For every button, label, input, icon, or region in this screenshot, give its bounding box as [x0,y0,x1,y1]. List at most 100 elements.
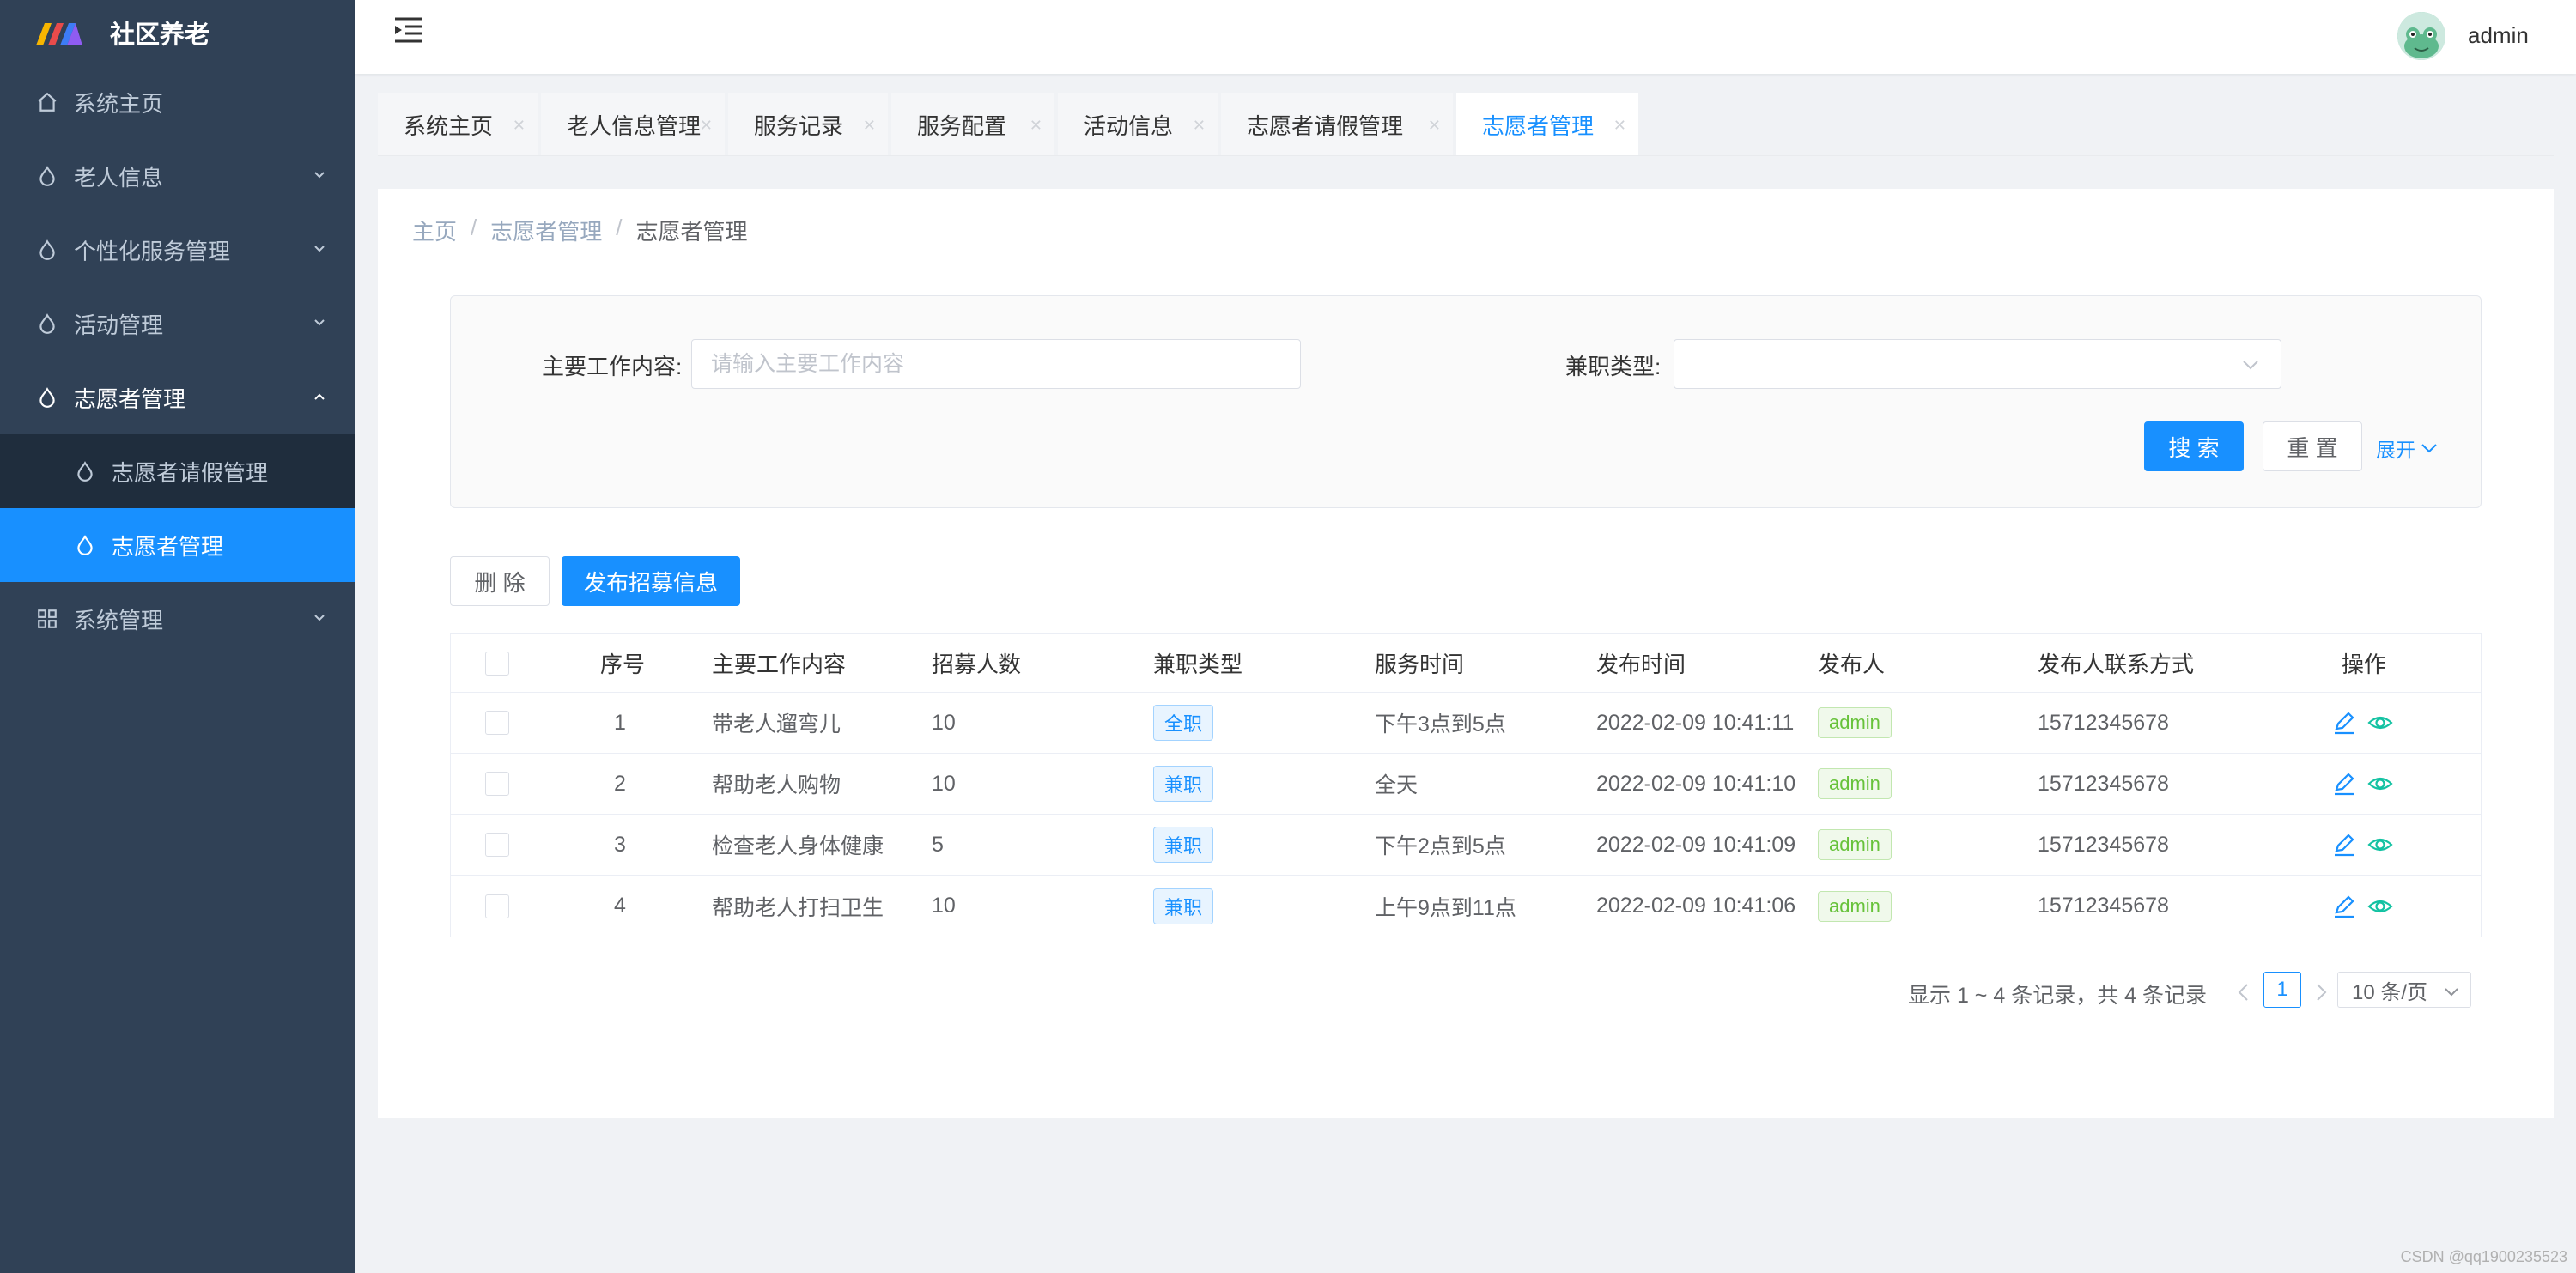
tab-home[interactable]: 系统主页 ✕ [378,93,538,156]
cell-content: 检查老人身体健康 [712,834,884,858]
cell-published: 2022-02-09 10:41:06 [1596,894,1796,918]
close-icon[interactable]: ✕ [1193,117,1206,135]
pagination: 显示 1 ~ 4 条记录，共 4 条记录 1 10 条/页 [378,972,2554,1015]
row-checkbox[interactable] [485,894,509,918]
close-icon[interactable]: ✕ [863,117,876,135]
cell-count: 10 [932,771,956,796]
table-row[interactable]: 1 带老人遛弯儿 10 全职 下午3点到5点 2022-02-09 10:41:… [451,693,2481,754]
page-number-current[interactable]: 1 [2263,972,2301,1008]
chevron-left-icon[interactable] [2234,982,2253,1003]
breadcrumb: 主页 / 志愿者管理 / 志愿者管理 [412,215,748,246]
sidebar-item-system[interactable]: 系统管理 [0,582,355,656]
reset-button[interactable]: 重 置 [2263,421,2362,471]
watermark: CSDN @qq1900235523 [2400,1248,2567,1265]
cell-time: 全天 [1375,773,1419,797]
drop-icon [77,535,93,555]
type-badge: 兼职 [1153,766,1214,802]
cell-phone: 15712345678 [2038,894,2169,918]
table-row[interactable]: 2 帮助老人购物 10 兼职 全天 2022-02-09 10:41:10 ad… [451,754,2481,815]
cell-phone: 15712345678 [2038,771,2169,796]
sidebar-item-elder-info[interactable]: 老人信息 [0,139,355,213]
tab-label: 活动信息 [1084,112,1174,139]
row-checkbox[interactable] [485,772,509,796]
tab-service-config[interactable]: 服务配置 ✕ [891,93,1054,156]
hamburger-icon[interactable] [393,15,424,45]
edit-icon[interactable] [2331,832,2357,858]
publish-recruit-button[interactable]: 发布招募信息 [562,556,740,606]
user-name[interactable]: admin [2468,22,2529,49]
frog-icon [2397,12,2445,60]
chevron-down-icon [2445,988,2458,997]
sidebar-item-service[interactable]: 个性化服务管理 [0,213,355,287]
sidebar-item-activity[interactable]: 活动管理 [0,287,355,361]
sidebar-item-label: 个性化服务管理 [74,238,231,264]
sidebar-item-volunteer[interactable]: 志愿者管理 [0,361,355,434]
page-size-select[interactable]: 10 条/页 [2337,972,2471,1008]
row-checkbox[interactable] [485,711,509,735]
col-header: 招募人数 [932,652,1022,677]
tab-label: 志愿者管理 [1482,112,1595,139]
cell-no: 3 [614,832,626,857]
chevron-down-icon [2421,444,2437,453]
logo[interactable]: 社区养老 [0,0,355,65]
eye-icon[interactable] [2367,710,2393,736]
col-header: 发布人联系方式 [2038,652,2195,677]
eye-icon[interactable] [2367,894,2393,919]
cell-published: 2022-02-09 10:41:10 [1596,771,1796,796]
sidebar-item-volunteer-manage[interactable]: 志愿者管理 [0,508,355,582]
avatar[interactable] [2397,12,2445,60]
close-icon[interactable]: ✕ [1428,117,1441,135]
table-row[interactable]: 4 帮助老人打扫卫生 10 兼职 上午9点到11点 2022-02-09 10:… [451,876,2481,937]
tab-label: 系统主页 [404,112,494,139]
publisher-badge: admin [1818,768,1892,799]
chevron-right-icon[interactable] [2312,982,2330,1003]
tab-label: 志愿者请假管理 [1247,112,1404,139]
sidebar-item-volunteer-leave[interactable]: 志愿者请假管理 [0,434,355,508]
close-icon[interactable]: ✕ [700,117,713,135]
cell-count: 10 [932,894,956,918]
expand-toggle[interactable]: 展开 [2376,433,2438,463]
sidebar-item-home[interactable]: 系统主页 [0,65,355,139]
tab-elder-info[interactable]: 老人信息管理 ✕ [541,93,725,156]
tags-view: 系统主页 ✕ 老人信息管理 ✕ 服务记录 ✕ 服务配置 ✕ 活动信息 ✕ 志愿者请假管理 ✕… [378,93,1642,156]
cell-content: 帮助老人购物 [712,773,841,797]
eye-icon[interactable] [2367,771,2393,797]
table-row[interactable]: 3 检查老人身体健康 5 兼职 下午2点到5点 2022-02-09 10:41… [451,815,2481,876]
edit-icon[interactable] [2331,894,2357,919]
cell-no: 2 [614,771,626,796]
chevron-down-icon [314,246,325,252]
edit-icon[interactable] [2331,710,2357,736]
edit-icon[interactable] [2331,771,2357,797]
sidebar-item-label: 老人信息 [74,164,164,191]
eye-icon[interactable] [2367,832,2393,858]
content-label: 主要工作内容: [542,354,683,379]
content-search-input[interactable] [691,339,1301,389]
drop-icon [39,166,55,186]
close-icon[interactable]: ✕ [513,117,526,135]
chevron-down-icon [314,615,325,621]
tab-volunteer-leave[interactable]: 志愿者请假管理 ✕ [1221,93,1453,156]
tab-volunteer-manage[interactable]: 志愿者管理 ✕ [1456,93,1638,156]
search-panel: 主要工作内容: 兼职类型: 搜 索 重 置 展开 [450,295,2482,508]
delete-button[interactable]: 删 除 [450,556,550,606]
col-header: 兼职类型 [1153,652,1243,677]
type-select[interactable] [1674,339,2281,389]
tab-service-record[interactable]: 服务记录 ✕ [728,93,888,156]
drop-icon [39,387,55,408]
breadcrumb-section[interactable]: 志愿者管理 [490,215,602,246]
expand-label: 展开 [2376,439,2415,461]
row-checkbox[interactable] [485,833,509,857]
select-all-checkbox[interactable] [485,651,509,676]
breadcrumb-home[interactable]: 主页 [412,215,457,246]
cell-time: 下午3点到5点 [1375,712,1506,737]
tab-label: 服务配置 [917,112,1007,139]
sidebar-item-label: 志愿者管理 [112,533,224,560]
close-icon[interactable]: ✕ [1613,117,1626,135]
volunteer-table: 序号 主要工作内容 招募人数 兼职类型 服务时间 发布时间 发布人 发布人联系方… [450,633,2482,937]
close-icon[interactable]: ✕ [1030,117,1042,135]
main-card: 主页 / 志愿者管理 / 志愿者管理 主要工作内容: 兼职类型: 搜 索 重 置… [378,189,2554,1118]
sidebar-item-label: 志愿者请假管理 [112,459,269,486]
search-button[interactable]: 搜 索 [2144,421,2244,471]
tab-activity[interactable]: 活动信息 ✕ [1058,93,1218,156]
tab-label: 老人信息管理 [567,112,702,139]
